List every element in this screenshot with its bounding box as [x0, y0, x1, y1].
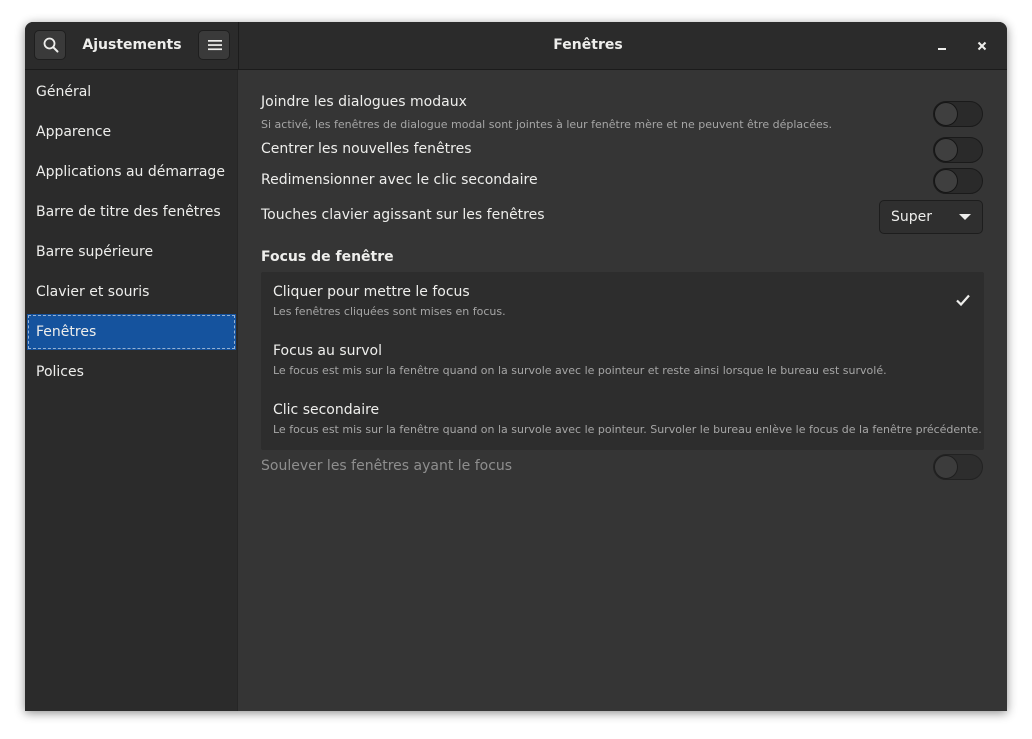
attach-modal-description: Si activé, les fenêtres de dialogue moda…: [261, 118, 832, 131]
focus-section-title: Focus de fenêtre: [261, 249, 394, 265]
focus-option-label: Clic secondaire: [273, 402, 380, 418]
raise-on-focus-label: Soulever les fenêtres ayant le focus: [261, 458, 513, 474]
sidebar-item-general[interactable]: Général: [27, 74, 236, 110]
search-icon: [43, 37, 59, 53]
sidebar-item-startup-apps[interactable]: Applications au démarrage: [27, 154, 236, 190]
resize-secondary-click-switch[interactable]: [933, 168, 983, 194]
search-button[interactable]: [34, 30, 66, 60]
center-new-windows-switch[interactable]: [933, 137, 983, 163]
sidebar-item-appearance[interactable]: Apparence: [27, 114, 236, 150]
sidebar-item-windows[interactable]: Fenêtres: [27, 314, 236, 350]
sidebar-item-keyboard-mouse[interactable]: Clavier et souris: [27, 274, 236, 310]
menu-button[interactable]: [198, 30, 230, 60]
checkmark-icon: [956, 294, 970, 307]
attach-modal-switch[interactable]: [933, 101, 983, 127]
action-key-label: Touches clavier agissant sur les fenêtre…: [261, 207, 545, 223]
focus-option-click[interactable]: Cliquer pour mettre le focus Les fenêtre…: [261, 272, 984, 331]
switch-knob: [934, 138, 958, 162]
switch-knob: [934, 169, 958, 193]
sidebar-item-top-bar[interactable]: Barre supérieure: [27, 234, 236, 270]
action-key-dropdown[interactable]: Super: [879, 200, 983, 234]
switch-knob: [934, 102, 958, 126]
switch-knob: [934, 455, 958, 479]
hamburger-menu-icon: [208, 40, 222, 51]
sidebar-item-window-titlebars[interactable]: Barre de titre des fenêtres: [27, 194, 236, 230]
focus-option-label: Cliquer pour mettre le focus: [273, 284, 470, 300]
focus-option-description: Le focus est mis sur la fenêtre quand on…: [273, 423, 982, 436]
header-sidebar-section: Ajustements: [25, 22, 239, 69]
focus-option-description: Le focus est mis sur la fenêtre quand on…: [273, 364, 887, 377]
focus-option-secondary-click[interactable]: Clic secondaire Le focus est mis sur la …: [261, 390, 984, 449]
focus-option-label: Focus au survol: [273, 343, 382, 359]
raise-on-focus-switch[interactable]: [933, 454, 983, 480]
center-new-windows-label: Centrer les nouvelles fenêtres: [261, 141, 472, 157]
sidebar-item-fonts[interactable]: Polices: [27, 354, 236, 390]
sidebar: Général Apparence Applications au démarr…: [25, 70, 238, 711]
app-title: Ajustements: [82, 37, 182, 53]
close-button[interactable]: [971, 35, 993, 57]
close-icon: [977, 41, 987, 51]
dropdown-arrow-icon: [959, 214, 971, 220]
window-title: Fenêtres: [553, 37, 623, 53]
action-key-value: Super: [891, 209, 933, 225]
focus-option-description: Les fenêtres cliquées sont mises en focu…: [273, 305, 506, 318]
settings-panel: Joindre les dialogues modaux Si activé, …: [239, 70, 1007, 711]
app-window: Ajustements Fenêtres Général Apparence A…: [25, 22, 1007, 711]
focus-option-hover[interactable]: Focus au survol Le focus est mis sur la …: [261, 331, 984, 390]
minimize-button[interactable]: [931, 35, 953, 57]
header-bar: Ajustements Fenêtres: [25, 22, 1007, 70]
attach-modal-label: Joindre les dialogues modaux: [261, 94, 467, 110]
resize-secondary-click-label: Redimensionner avec le clic secondaire: [261, 172, 538, 188]
minimize-icon: [938, 48, 946, 50]
focus-mode-list: Cliquer pour mettre le focus Les fenêtre…: [261, 272, 984, 450]
